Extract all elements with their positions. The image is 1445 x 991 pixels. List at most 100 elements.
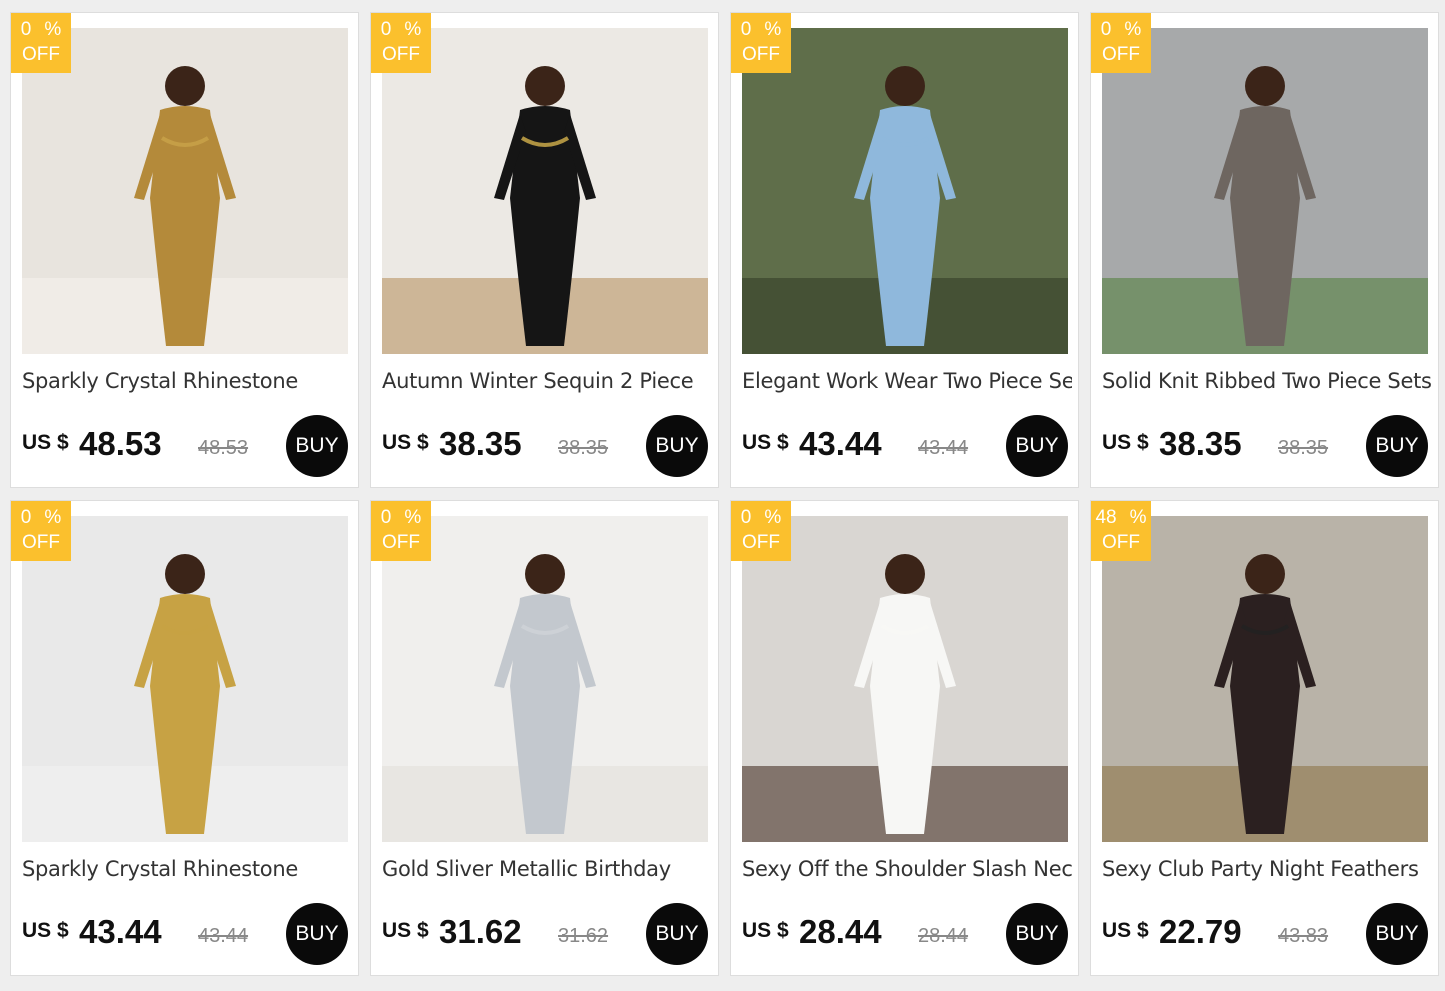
discount-badge: 0% OFF	[11, 13, 71, 73]
discount-value: 0	[20, 19, 32, 40]
product-photo-illustration	[382, 516, 708, 842]
product-image[interactable]	[22, 28, 348, 354]
model-head	[165, 554, 205, 594]
product-card[interactable]: 0% OFF Sparkly Crystal Rhinestone US $ 4…	[10, 12, 359, 488]
buy-button[interactable]: BUY	[1006, 415, 1068, 477]
discount-percent-sign: %	[1129, 507, 1147, 528]
original-price: 43.83	[1278, 925, 1329, 947]
product-photo-illustration	[1102, 516, 1428, 842]
discount-badge: 0% OFF	[371, 13, 431, 73]
original-price: 28.44	[918, 925, 969, 947]
discount-badge: 0% OFF	[731, 13, 791, 73]
product-title[interactable]: Elegant Work Wear Two Piece Set	[742, 369, 1072, 393]
product-image[interactable]	[382, 28, 708, 354]
price-row: US $ 43.44 43.44 BUY	[742, 415, 1068, 477]
current-price: 38.35	[439, 425, 522, 462]
discount-badge: 48% OFF	[1091, 501, 1151, 561]
discount-value: 0	[740, 507, 752, 528]
discount-badge: 0% OFF	[11, 501, 71, 561]
product-title[interactable]: Autumn Winter Sequin 2 Piece	[382, 369, 712, 393]
model-head	[885, 66, 925, 106]
discount-off-label: OFF	[22, 44, 60, 65]
original-price: 48.53	[198, 437, 249, 459]
original-price: 38.35	[1278, 437, 1329, 459]
product-card[interactable]: 0% OFF Elegant Work Wear Two Piece Set U…	[730, 12, 1079, 488]
product-title[interactable]: Sexy Off the Shoulder Slash Neck	[742, 857, 1072, 881]
product-image[interactable]	[382, 516, 708, 842]
buy-button[interactable]: BUY	[1366, 903, 1428, 965]
buy-button[interactable]: BUY	[1006, 903, 1068, 965]
discount-off-label: OFF	[1102, 532, 1140, 553]
discount-value: 0	[380, 19, 392, 40]
current-price: 43.44	[799, 425, 882, 462]
discount-percent-sign: %	[44, 19, 62, 40]
price-row: US $ 38.35 38.35 BUY	[1102, 415, 1428, 477]
product-card[interactable]: 0% OFF Sexy Off the Shoulder Slash Neck …	[730, 500, 1079, 976]
product-image[interactable]	[1102, 516, 1428, 842]
product-title[interactable]: Sexy Club Party Night Feathers	[1102, 857, 1432, 881]
current-price: 31.62	[439, 913, 522, 950]
current-price: 28.44	[799, 913, 882, 950]
product-card[interactable]: 48% OFF Sexy Club Party Night Feathers U…	[1090, 500, 1439, 976]
currency-label: US $	[22, 919, 69, 942]
currency-label: US $	[22, 431, 69, 454]
model-head	[885, 554, 925, 594]
product-title[interactable]: Sparkly Crystal Rhinestone	[22, 369, 352, 393]
discount-value: 0	[380, 507, 392, 528]
product-image[interactable]	[22, 516, 348, 842]
model-head	[1245, 554, 1285, 594]
buy-button[interactable]: BUY	[286, 903, 348, 965]
discount-percent-sign: %	[44, 507, 62, 528]
product-title[interactable]: Sparkly Crystal Rhinestone	[22, 857, 352, 881]
product-image[interactable]	[742, 28, 1068, 354]
price-row: US $ 43.44 43.44 BUY	[22, 903, 348, 965]
product-photo-illustration	[742, 516, 1068, 842]
discount-value: 0	[20, 507, 32, 528]
product-card[interactable]: 0% OFF Sparkly Crystal Rhinestone US $ 4…	[10, 500, 359, 976]
product-image[interactable]	[1102, 28, 1428, 354]
product-photo-illustration	[22, 28, 348, 354]
discount-percent-sign: %	[404, 507, 422, 528]
price-row: US $ 22.79 43.83 BUY	[1102, 903, 1428, 965]
current-price: 48.53	[79, 425, 162, 462]
original-price: 43.44	[918, 437, 969, 459]
discount-badge: 0% OFF	[731, 501, 791, 561]
discount-off-label: OFF	[1102, 44, 1140, 65]
model-head	[525, 554, 565, 594]
current-price: 43.44	[79, 913, 162, 950]
price-row: US $ 28.44 28.44 BUY	[742, 903, 1068, 965]
price-row: US $ 38.35 38.35 BUY	[382, 415, 708, 477]
discount-badge: 0% OFF	[371, 501, 431, 561]
currency-label: US $	[382, 431, 429, 454]
discount-badge: 0% OFF	[1091, 13, 1151, 73]
currency-label: US $	[382, 919, 429, 942]
currency-label: US $	[742, 919, 789, 942]
product-card[interactable]: 0% OFF Gold Sliver Metallic Birthday US …	[370, 500, 719, 976]
product-card[interactable]: 0% OFF Solid Knit Ribbed Two Piece Sets …	[1090, 12, 1439, 488]
current-price: 38.35	[1159, 425, 1242, 462]
model-head	[165, 66, 205, 106]
discount-value: 0	[1100, 19, 1112, 40]
currency-label: US $	[1102, 919, 1149, 942]
discount-percent-sign: %	[764, 507, 782, 528]
price-row: US $ 31.62 31.62 BUY	[382, 903, 708, 965]
product-card[interactable]: 0% OFF Autumn Winter Sequin 2 Piece US $…	[370, 12, 719, 488]
discount-off-label: OFF	[742, 44, 780, 65]
buy-button[interactable]: BUY	[286, 415, 348, 477]
buy-button[interactable]: BUY	[646, 415, 708, 477]
discount-percent-sign: %	[764, 19, 782, 40]
price-row: US $ 48.53 48.53 BUY	[22, 415, 348, 477]
product-title[interactable]: Gold Sliver Metallic Birthday	[382, 857, 712, 881]
buy-button[interactable]: BUY	[1366, 415, 1428, 477]
original-price: 38.35	[558, 437, 609, 459]
product-title[interactable]: Solid Knit Ribbed Two Piece Sets	[1102, 369, 1432, 393]
buy-button[interactable]: BUY	[646, 903, 708, 965]
product-photo-illustration	[742, 28, 1068, 354]
product-photo-illustration	[22, 516, 348, 842]
current-price: 22.79	[1159, 913, 1242, 950]
original-price: 31.62	[558, 925, 609, 947]
product-image[interactable]	[742, 516, 1068, 842]
product-photo-illustration	[382, 28, 708, 354]
original-price: 43.44	[198, 925, 249, 947]
discount-percent-sign: %	[1124, 19, 1142, 40]
